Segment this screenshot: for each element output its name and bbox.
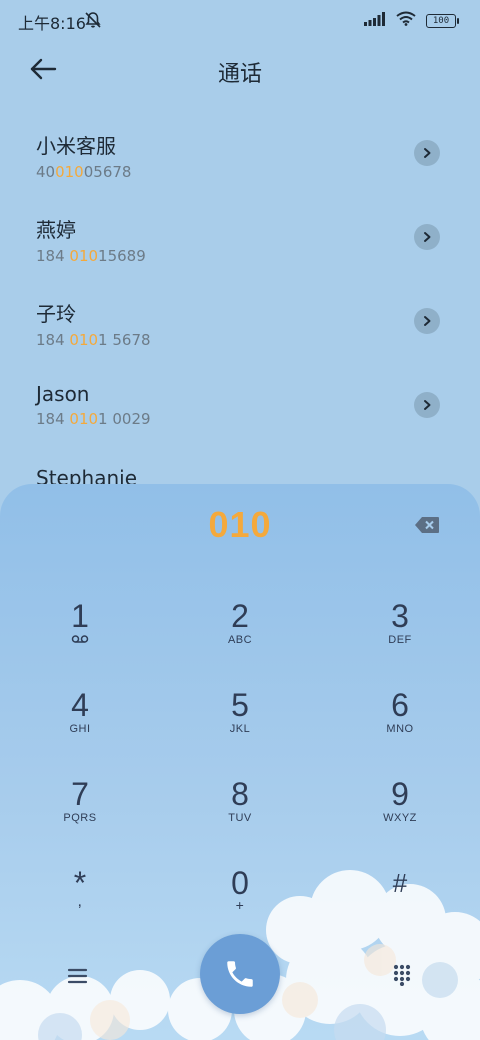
- menu-icon: [67, 968, 88, 984]
- key-1[interactable]: 1: [20, 596, 140, 676]
- contact-detail-button[interactable]: [414, 140, 440, 166]
- chevron-right-icon: [424, 316, 431, 326]
- key-7[interactable]: 7 PQRS: [20, 774, 140, 854]
- key-star[interactable]: * ,: [20, 863, 140, 943]
- contact-number: 4001005678: [36, 163, 132, 181]
- dialpad-toggle-button[interactable]: [392, 964, 412, 987]
- backspace-button[interactable]: [414, 516, 440, 538]
- menu-button[interactable]: [66, 966, 90, 986]
- key-0[interactable]: 0 +: [180, 863, 300, 943]
- contact-detail-button[interactable]: [414, 392, 440, 418]
- status-bar: 上午8:16 100: [0, 0, 480, 40]
- signal-icon: [364, 11, 386, 30]
- contact-number: 184 0101 0029: [36, 410, 151, 428]
- contact-detail-button[interactable]: [414, 224, 440, 250]
- key-8[interactable]: 8 TUV: [180, 774, 300, 854]
- battery-indicator: 100: [426, 13, 459, 28]
- key-hash[interactable]: #: [340, 863, 460, 943]
- wifi-icon: [396, 11, 416, 30]
- dialed-number[interactable]: 010: [0, 504, 480, 546]
- dialer-panel: 010 1 2 ABC 3 DEF 4 GHI 5 JKL 6 MNO 7 PQ…: [0, 484, 480, 1040]
- contact-number: 184 0101 5678: [36, 331, 151, 349]
- contact-name: 燕婷: [36, 218, 76, 242]
- key-9[interactable]: 9 WXYZ: [340, 774, 460, 854]
- key-2[interactable]: 2 ABC: [180, 596, 300, 676]
- contact-number: 184 01015689: [36, 247, 146, 265]
- contact-item[interactable]: 燕婷 184 01015689: [36, 212, 446, 282]
- chevron-right-icon: [424, 232, 431, 242]
- voicemail-icon: [20, 634, 140, 647]
- contact-item[interactable]: Jason 184 0101 0029: [36, 380, 446, 450]
- contact-name: 子玲: [36, 302, 76, 326]
- page-title: 通话: [217, 62, 262, 87]
- contact-item[interactable]: 子玲 184 0101 5678: [36, 296, 446, 366]
- phone-icon: [227, 961, 253, 987]
- status-time: 上午8:16: [18, 14, 86, 33]
- call-button[interactable]: [200, 934, 280, 1014]
- chevron-right-icon: [424, 400, 431, 410]
- contact-detail-button[interactable]: [414, 308, 440, 334]
- dialpad-icon: [393, 964, 411, 987]
- key-6[interactable]: 6 MNO: [340, 685, 460, 765]
- contact-name: Jason: [36, 382, 90, 406]
- backspace-icon: [415, 517, 439, 533]
- contact-item[interactable]: 小米客服 4001005678: [36, 128, 446, 198]
- key-4[interactable]: 4 GHI: [20, 685, 140, 765]
- key-3[interactable]: 3 DEF: [340, 596, 460, 676]
- key-5[interactable]: 5 JKL: [180, 685, 300, 765]
- mute-bell-icon: [84, 11, 102, 33]
- contact-name: 小米客服: [36, 134, 116, 158]
- chevron-right-icon: [424, 148, 431, 158]
